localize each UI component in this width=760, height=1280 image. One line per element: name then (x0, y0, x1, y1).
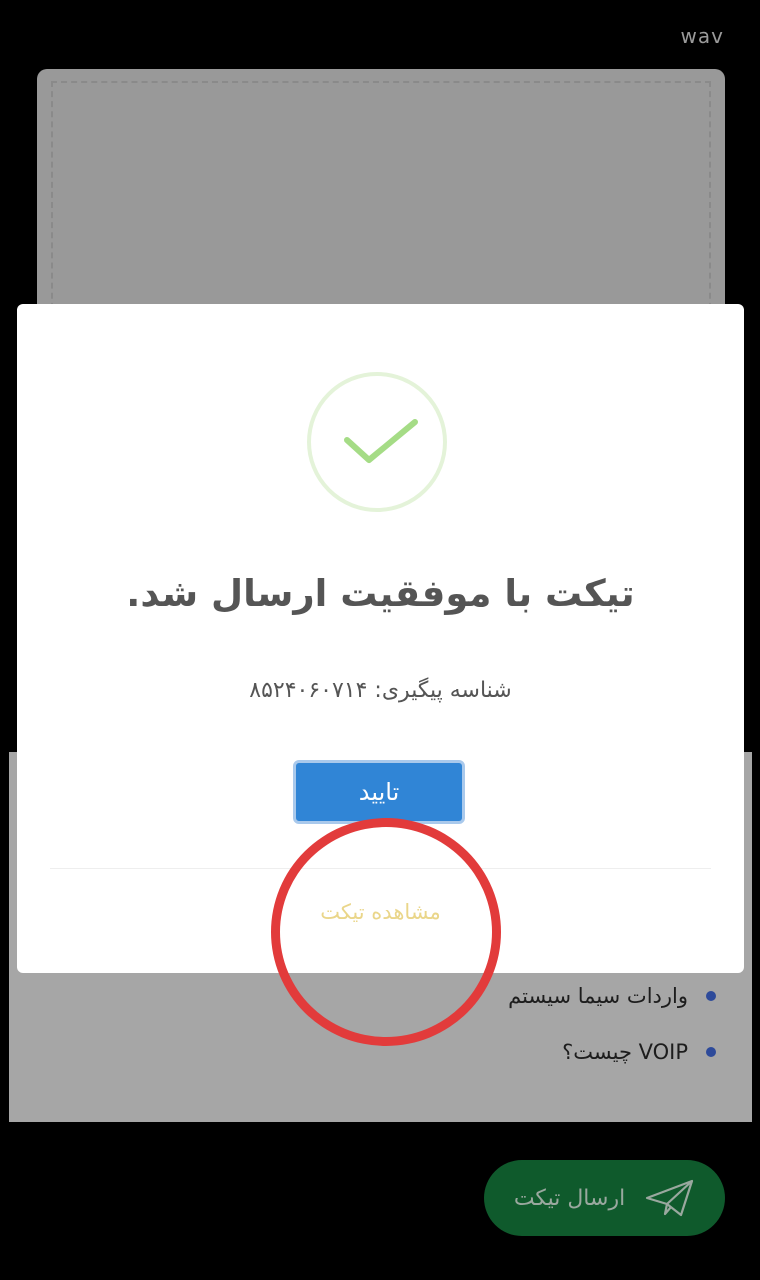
tracking-line: شناسه پیگیری: ۸۵۲۴۰۶۰۷۱۴ (17, 678, 744, 703)
file-extension-label: wav (680, 24, 724, 48)
faq-item[interactable]: VOIP چیست؟ (562, 1040, 716, 1064)
tracking-id: ۸۵۲۴۰۶۰۷۱۴ (249, 678, 368, 703)
dialog-title: تیکت با موفقیت ارسال شد. (126, 572, 635, 615)
bullet-icon (706, 1047, 716, 1057)
tracking-label: شناسه پیگیری: (374, 678, 512, 703)
paper-plane-icon (645, 1178, 695, 1218)
dialog-divider (50, 868, 711, 869)
confirm-button[interactable]: تایید (293, 760, 465, 824)
send-ticket-button[interactable]: ارسال تیکت (484, 1160, 725, 1236)
faq-item-label: VOIP چیست؟ (562, 1040, 688, 1064)
faq-item-label: واردات سیما سیستم (508, 984, 688, 1008)
bullet-icon (706, 991, 716, 1001)
success-icon-ring (307, 372, 447, 512)
screen: wav واردات سیما سیستم VOIP چیست؟ ارسال ت… (0, 0, 760, 1280)
success-dialog: تیکت با موفقیت ارسال شد. شناسه پیگیری: ۸… (17, 304, 744, 973)
faq-item[interactable]: واردات سیما سیستم (508, 984, 716, 1008)
upload-dropzone[interactable] (37, 69, 725, 329)
send-ticket-label: ارسال تیکت (513, 1185, 626, 1211)
dropzone-border (51, 81, 711, 329)
view-ticket-link[interactable]: مشاهده تیکت (17, 900, 744, 924)
